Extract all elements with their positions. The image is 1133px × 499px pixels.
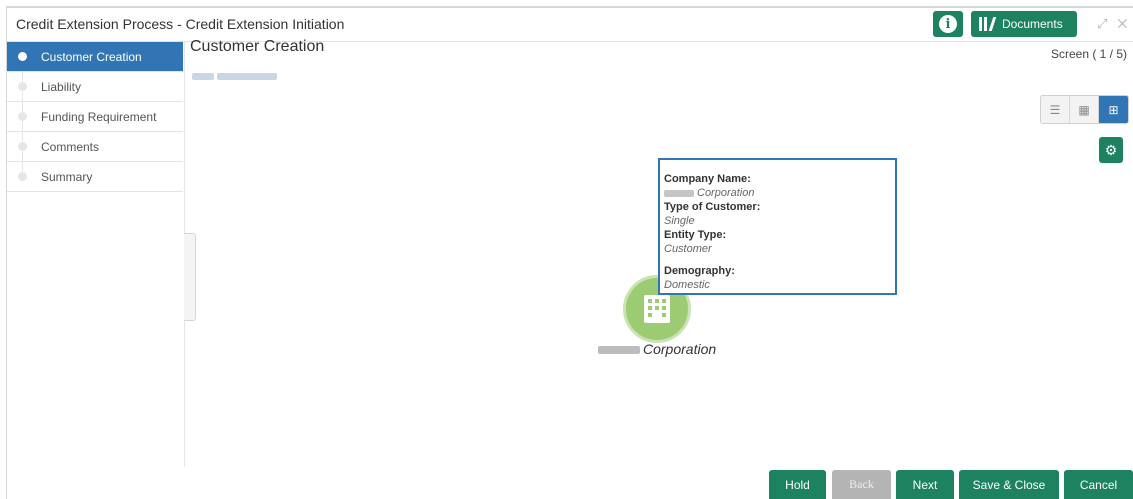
screen-counter: Screen ( 1 / 5)	[1050, 47, 1127, 61]
grid-icon: ▦	[1078, 102, 1090, 117]
close-icon[interactable]: ✕	[1117, 16, 1133, 31]
info-button[interactable]: i	[933, 11, 963, 37]
sidebar-item-summary[interactable]: Summary	[7, 162, 183, 192]
sidebar-item-comments[interactable]: Comments	[7, 132, 183, 162]
building-icon	[644, 295, 670, 323]
save-close-button[interactable]: Save & Close	[959, 470, 1059, 499]
window-title: Credit Extension Process - Credit Extens…	[16, 16, 345, 32]
list-icon: ☰	[1049, 102, 1061, 117]
customer-type-value: Single	[664, 215, 695, 227]
demography-label: Demography:	[664, 265, 735, 277]
node-label-text: Corporation	[643, 341, 717, 357]
step-dot-icon	[18, 172, 27, 181]
step-dot-icon	[18, 82, 27, 91]
sidebar-item-label: Comments	[41, 139, 100, 154]
next-button[interactable]: Next	[896, 470, 954, 499]
cancel-button[interactable]: Cancel	[1064, 470, 1133, 499]
entity-type-label: Entity Type:	[664, 229, 727, 241]
sidebar-item-funding-requirement[interactable]: Funding Requirement	[7, 102, 183, 132]
list-view-button[interactable]: ☰	[1041, 96, 1070, 123]
sidebar-item-label: Funding Requirement	[41, 109, 157, 124]
expand-icon[interactable]: ⤢	[1097, 16, 1117, 31]
sidebar-item-label: Summary	[41, 169, 93, 184]
step-dot-icon	[18, 112, 27, 121]
title-bar: Credit Extension Process - Credit Extens…	[7, 8, 1133, 42]
library-icon	[979, 17, 997, 31]
page-title: Customer Creation	[190, 38, 325, 55]
sidebar-item-label: Customer Creation	[41, 49, 142, 64]
customer-subtitle-redacted	[192, 71, 280, 82]
back-button[interactable]: Back	[832, 470, 891, 499]
company-name-label: Company Name:	[664, 173, 751, 185]
customer-type-label: Type of Customer:	[664, 201, 761, 213]
documents-label: Documents	[1002, 17, 1063, 31]
step-dot-icon	[18, 52, 27, 61]
sidebar-item-liability[interactable]: Liability	[7, 72, 183, 102]
grid-view-button[interactable]: ▦	[1070, 96, 1099, 123]
hold-button[interactable]: Hold	[769, 470, 826, 499]
process-sidebar: Customer Creation Liability Funding Requ…	[7, 42, 183, 499]
customer-node-label: Corporation	[598, 341, 716, 357]
settings-button[interactable]: ⚙	[1099, 137, 1123, 163]
sidebar-collapse-handle[interactable]	[184, 233, 196, 321]
hierarchy-icon: ⊞	[1108, 102, 1119, 117]
customer-tooltip: Company Name: Corporation Type of Custom…	[658, 158, 897, 295]
tree-view-button[interactable]: ⊞	[1099, 96, 1128, 123]
redacted-name	[598, 346, 640, 355]
info-icon: i	[939, 15, 957, 33]
company-name-value: Corporation	[664, 186, 891, 200]
app-window: Credit Extension Process - Credit Extens…	[6, 6, 1133, 499]
sidebar-item-label: Liability	[41, 79, 82, 94]
gear-icon: ⚙	[1104, 141, 1118, 158]
entity-type-value: Customer	[664, 243, 712, 255]
sidebar-item-customer-creation[interactable]: Customer Creation	[7, 42, 183, 72]
documents-button[interactable]: Documents	[971, 11, 1077, 37]
view-toggle-group: ☰ ▦ ⊞	[1040, 95, 1129, 124]
step-dot-icon	[18, 142, 27, 151]
demography-value: Domestic	[664, 279, 710, 291]
